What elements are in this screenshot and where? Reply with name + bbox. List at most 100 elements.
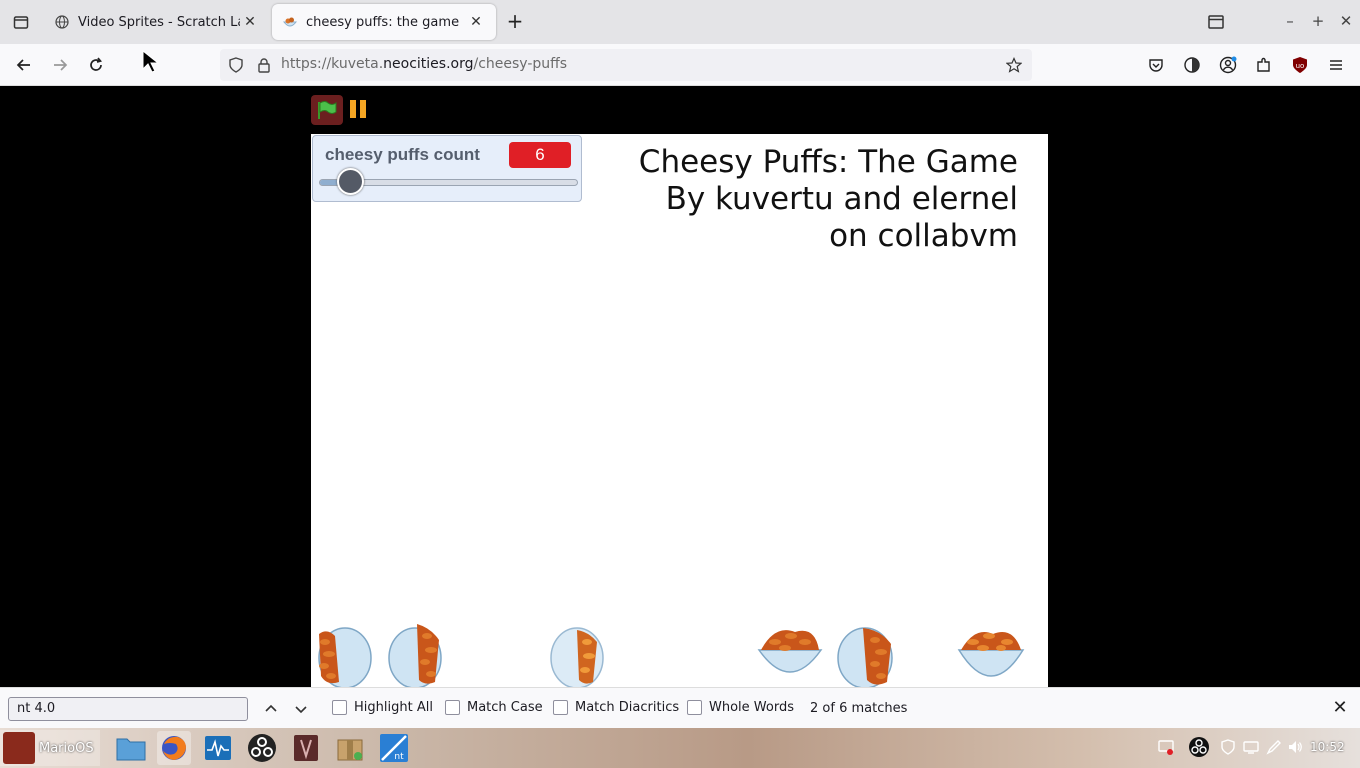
pocket-button[interactable]: [1144, 53, 1168, 77]
game-stage[interactable]: cheesy puffs count 6 Cheesy Puffs: The G…: [311, 134, 1048, 687]
taskbar-firefox[interactable]: [157, 731, 191, 765]
pause-button[interactable]: [350, 100, 368, 120]
cheesy-puffs-bowl-sprite: [388, 624, 442, 687]
ublock-button[interactable]: uo: [1288, 53, 1312, 77]
mouse-cursor-icon: [142, 49, 160, 78]
virtual-machine-icon: nt: [380, 734, 408, 762]
taskbar-system-monitor[interactable]: [201, 731, 235, 765]
taskbar-clock: 10:52: [1310, 740, 1345, 754]
extensions-button[interactable]: [1252, 53, 1276, 77]
slider-knob[interactable]: [337, 168, 365, 195]
volume-tray-icon[interactable]: [1286, 738, 1304, 756]
stage-title-text: Cheesy Puffs: The Game By kuvertu and el…: [639, 144, 1018, 255]
pause-bar-icon: [360, 100, 366, 118]
checkbox-box[interactable]: [332, 700, 347, 715]
monitor-label: cheesy puffs count: [325, 145, 480, 164]
navigation-toolbar: https://kuveta.neocities.org/cheesy-puff…: [0, 44, 1360, 86]
cheesy-puffs-bowl-sprite: [550, 627, 604, 687]
window-icon: [1208, 15, 1224, 29]
find-input[interactable]: nt 4.0: [8, 697, 248, 721]
chevron-down-icon: [295, 706, 307, 714]
menu-button[interactable]: [1324, 53, 1348, 77]
pen-tray-icon[interactable]: [1265, 738, 1283, 756]
extension-button[interactable]: [1180, 53, 1204, 77]
taskbar-vm-app[interactable]: nt: [377, 731, 411, 765]
address-bar[interactable]: https://kuveta.neocities.org/cheesy-puff…: [220, 49, 1032, 81]
package-icon: [337, 739, 363, 761]
close-find-bar-button[interactable]: ✕: [1330, 698, 1350, 718]
checkbox-label: Match Diacritics: [575, 700, 680, 715]
shield-icon[interactable]: [228, 57, 244, 73]
taskbar-archive-manager[interactable]: [333, 731, 367, 765]
cheesy-puffs-bowl-sprite: [957, 632, 1025, 677]
find-next-button[interactable]: [290, 698, 312, 720]
display-tray-icon[interactable]: [1242, 738, 1260, 756]
account-button[interactable]: [1216, 53, 1240, 77]
taskbar-app-dark[interactable]: [289, 731, 323, 765]
mario-logo-icon: [3, 732, 35, 764]
svg-text:uo: uo: [1296, 62, 1305, 70]
highlight-all-checkbox[interactable]: Highlight All: [332, 700, 433, 715]
cheesy-puffs-favicon-icon: [282, 14, 298, 30]
obs-tray-icon[interactable]: [1188, 736, 1210, 758]
checkbox-box[interactable]: [553, 700, 568, 715]
tab-title: Video Sprites - Scratch Lab: [78, 14, 240, 30]
pocket-icon: [1149, 59, 1163, 72]
bookmark-star-icon[interactable]: [1005, 57, 1023, 73]
forward-button[interactable]: [48, 53, 72, 77]
green-flag-button[interactable]: [311, 95, 343, 125]
title-line: Cheesy Puffs: The Game: [638, 144, 1018, 180]
find-bar: nt 4.0 Highlight All Match Case Match Di…: [0, 687, 1360, 728]
match-diacritics-checkbox[interactable]: Match Diacritics: [553, 700, 679, 715]
title-line: on collabvm: [829, 218, 1018, 254]
find-match-status: 2 of 6 matches: [810, 701, 908, 716]
list-all-tabs-button[interactable]: [0, 0, 42, 44]
taskbar-files[interactable]: [114, 731, 148, 765]
svg-text:nt: nt: [394, 752, 404, 762]
cheesy-puffs-bowl-sprite: [318, 627, 372, 687]
reload-icon: [90, 57, 102, 71]
tab-video-sprites[interactable]: Video Sprites - Scratch Lab ✕: [44, 4, 270, 40]
whole-words-checkbox[interactable]: Whole Words: [687, 700, 794, 715]
chevron-up-icon: [265, 704, 277, 712]
ublock-origin-icon: uo: [1293, 57, 1307, 73]
cheesy-puffs-bowl-sprite: [837, 627, 893, 687]
reload-button[interactable]: [84, 53, 108, 77]
minimize-button[interactable]: –: [1280, 12, 1300, 30]
hamburger-menu-icon: [1330, 60, 1342, 70]
tab-strip: Video Sprites - Scratch Lab ✕ cheesy puf…: [0, 0, 1360, 44]
lock-icon[interactable]: [256, 57, 272, 73]
tab-cheesy-puffs[interactable]: cheesy puffs: the game ✕: [272, 4, 496, 40]
terminal-icon: [294, 735, 318, 761]
back-button[interactable]: [12, 53, 36, 77]
title-line: By kuvertu and elernel: [665, 181, 1018, 217]
find-previous-button[interactable]: [260, 698, 282, 720]
monitor-value: 6: [509, 142, 571, 168]
match-case-checkbox[interactable]: Match Case: [445, 700, 543, 715]
new-tab-button[interactable]: +: [503, 10, 527, 34]
taskbar-obs[interactable]: [245, 731, 279, 765]
firefox-icon: [162, 736, 186, 760]
close-tab-icon[interactable]: ✕: [240, 12, 260, 32]
security-tray-icon[interactable]: [1219, 738, 1237, 756]
checkbox-box[interactable]: [687, 700, 702, 715]
folder-icon: [116, 738, 146, 761]
notifications-tray-icon[interactable]: [1157, 738, 1175, 756]
checkbox-label: Highlight All: [354, 700, 433, 715]
puzzle-icon: [1257, 57, 1270, 72]
variable-monitor: cheesy puffs count 6: [312, 135, 582, 202]
arrow-left-icon: [16, 59, 30, 71]
dark-mode-icon: [1184, 57, 1200, 73]
tab-overview-button[interactable]: [1207, 13, 1225, 31]
url-text[interactable]: https://kuveta.neocities.org/cheesy-puff…: [281, 56, 567, 72]
system-monitor-icon: [205, 736, 231, 760]
arrow-right-icon: [54, 59, 68, 71]
obs-icon: [248, 734, 276, 762]
start-menu-button[interactable]: MarioOS: [0, 730, 100, 766]
close-window-button[interactable]: ✕: [1336, 12, 1356, 30]
checkbox-box[interactable]: [445, 700, 460, 715]
maximize-button[interactable]: +: [1308, 12, 1328, 30]
globe-icon: [54, 14, 70, 30]
close-tab-icon[interactable]: ✕: [466, 12, 486, 32]
account-icon: [1219, 56, 1237, 74]
